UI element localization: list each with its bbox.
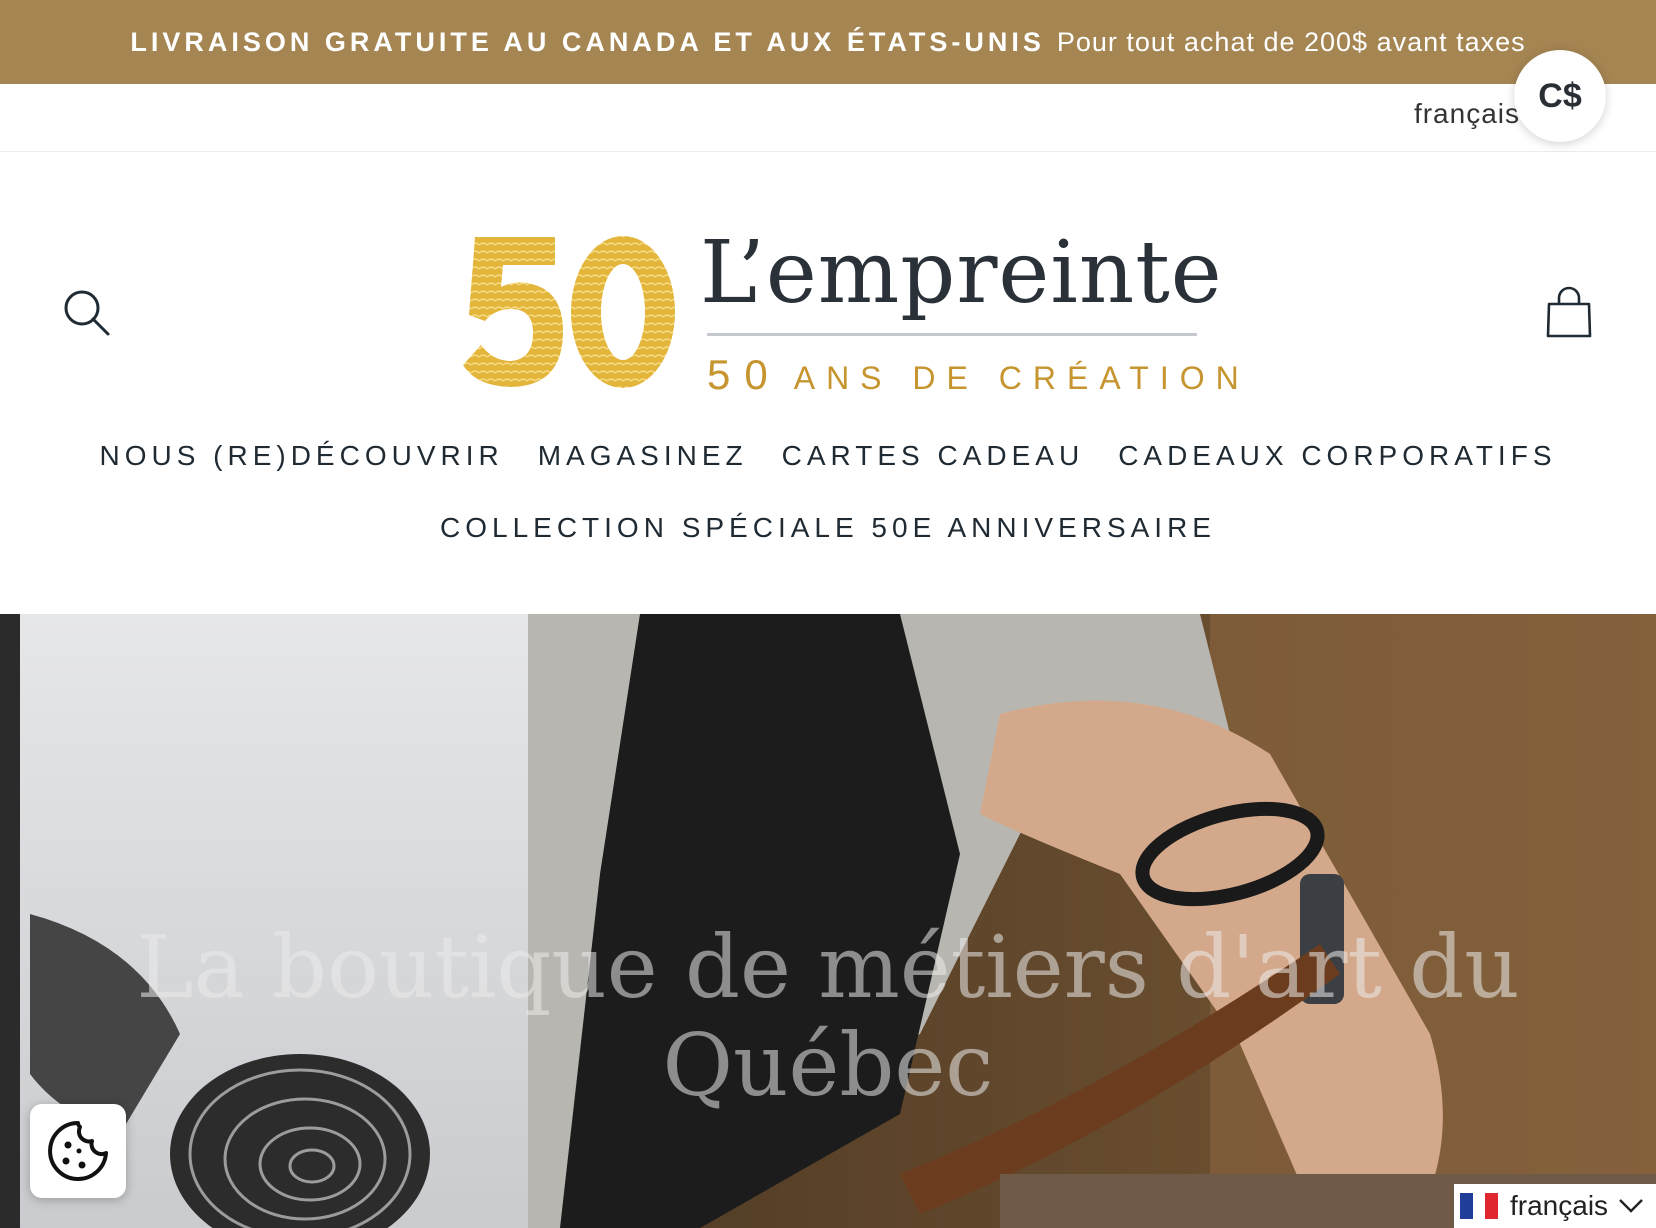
logo-tagline-number: 50 <box>707 351 782 398</box>
search-button[interactable] <box>62 288 112 338</box>
nav-link-decouvrir[interactable]: NOUS (RE)DÉCOUVRIR <box>99 440 503 472</box>
announcement-light: Pour tout achat de 200$ avant taxes <box>1056 26 1526 57</box>
hero-title: La boutique de métiers d'art du Québec <box>136 918 1520 1116</box>
logo-tagline-text: ANS DE CRÉATION <box>793 360 1250 396</box>
hero-banner: La boutique de métiers d'art du Québec <box>0 614 1656 1228</box>
store-logo[interactable]: L’empreinte 50 ANS DE CRÉATION <box>455 223 1239 400</box>
logo-divider <box>707 333 1197 336</box>
cookie-settings-button[interactable] <box>30 1104 126 1198</box>
cart-icon <box>1546 286 1592 338</box>
nav-link-cadeaux-corporatifs[interactable]: CADEAUX CORPORATIFS <box>1118 440 1556 472</box>
search-icon <box>64 290 110 336</box>
nav-link-magasinez[interactable]: MAGASINEZ <box>538 440 748 472</box>
utility-bar: français <box>0 84 1656 152</box>
logo-tagline: 50 ANS DE CRÉATION <box>707 351 1250 399</box>
logo-fifty-fingerprint <box>463 236 675 388</box>
language-switcher[interactable]: français <box>1454 1184 1656 1228</box>
cart-button[interactable] <box>1544 286 1594 340</box>
language-selector[interactable]: français <box>1414 98 1520 130</box>
logo-wordmark: L’empreinte <box>700 223 1223 323</box>
nav-row-2: COLLECTION SPÉCIALE 50E ANNIVERSAIRE <box>0 512 1656 544</box>
language-switcher-label: français <box>1510 1190 1609 1221</box>
nav-row-1: NOUS (RE)DÉCOUVRIR MAGASINEZ CARTES CADE… <box>0 440 1656 472</box>
cookie-icon <box>48 1121 108 1181</box>
announcement-strong: LIVRAISON GRATUITE AU CANADA ET AUX ÉTAT… <box>130 26 1045 57</box>
chevron-down-icon <box>1619 1199 1643 1213</box>
nav-link-cartes-cadeau[interactable]: CARTES CADEAU <box>782 440 1085 472</box>
announcement-bar: LIVRAISON GRATUITE AU CANADA ET AUX ÉTAT… <box>0 0 1656 84</box>
nav-link-collection-50e[interactable]: COLLECTION SPÉCIALE 50E ANNIVERSAIRE <box>440 512 1216 544</box>
french-flag-icon <box>1460 1193 1499 1219</box>
main-navigation: NOUS (RE)DÉCOUVRIR MAGASINEZ CARTES CADE… <box>0 440 1656 544</box>
currency-selector[interactable]: C$ <box>1514 50 1606 142</box>
